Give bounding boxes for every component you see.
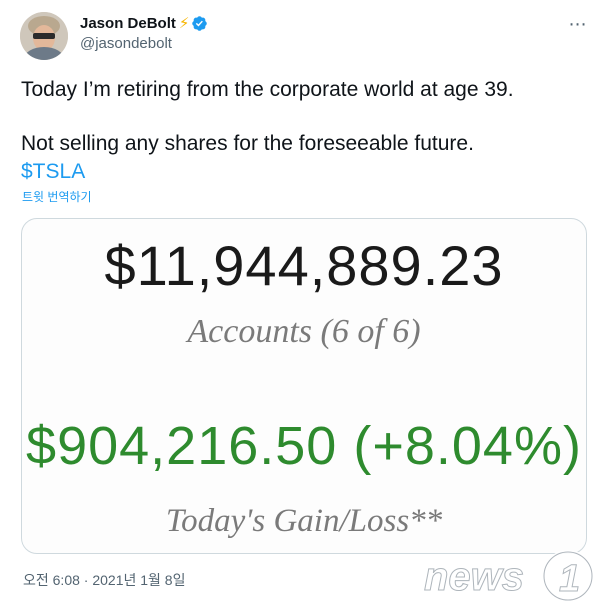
account-balance: $11,944,889.23 [104,234,504,297]
translate-tweet-link[interactable]: 트윗 번역하기 [22,188,92,205]
tweet-line-2: Not selling any shares for the foreseeab… [21,132,474,155]
svg-text:news: news [424,555,524,599]
lightning-bolt-icon: ⚡ [178,14,190,32]
more-icon: ⋯ [568,13,588,34]
user-handle[interactable]: @jasondebolt [80,35,208,52]
accounts-label: Accounts (6 of 6) [187,313,421,350]
tweet-line-1: Today I’m retiring from the corporate wo… [21,78,514,101]
avatar[interactable] [20,12,68,60]
name-row: Jason DeBolt ⚡ [80,13,208,33]
cashtag-link[interactable]: $TSLA [21,160,85,183]
tweet-timestamp[interactable]: 오전 6:08 · 2021년 1월 8일 [23,570,185,590]
media-image[interactable]: $11,944,889.23 Accounts (6 of 6) $904,21… [21,218,587,554]
avatar-image [20,12,68,60]
tweet: Jason DeBolt ⚡ @jasondebolt ⋯ Today I’m … [0,0,611,616]
gain-loss-label: Today's Gain/Loss** [165,503,443,539]
verified-badge-icon [192,15,208,31]
tweet-text: Today I’m retiring from the corporate wo… [21,76,591,186]
more-options-button[interactable]: ⋯ [567,14,589,34]
display-name[interactable]: Jason DeBolt [80,15,176,32]
author-block: Jason DeBolt ⚡ @jasondebolt [80,13,208,52]
daily-gain: $904,216.50 (+8.04%) [26,416,582,476]
news1-watermark-logo: news news 1 [423,550,594,602]
svg-text:1: 1 [559,558,580,600]
